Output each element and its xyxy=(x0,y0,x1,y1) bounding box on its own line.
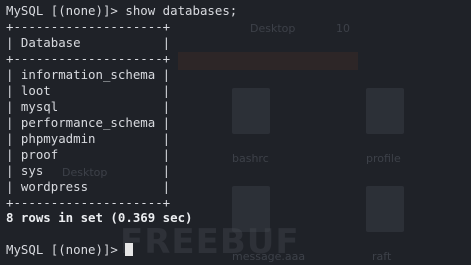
background-file-icon xyxy=(232,88,270,134)
result-summary: 8 rows in set (0.369 sec) xyxy=(6,210,193,225)
terminal-window[interactable]: Desktop 10 bashrc profile Desktop messag… xyxy=(0,0,471,265)
background-file-label: bashrc xyxy=(232,152,269,165)
table-row[interactable]: | wordpress | xyxy=(6,180,170,194)
background-file-label: profile xyxy=(366,152,401,165)
table-border-mid: +--------------------+ xyxy=(6,51,171,66)
scrollbar[interactable] xyxy=(467,0,471,265)
table-row[interactable]: | loot | xyxy=(6,84,170,98)
mysql-prompt: MySQL [(none)]> xyxy=(6,242,126,257)
background-desktop-label: Desktop xyxy=(250,22,296,35)
text-cursor xyxy=(125,243,134,256)
table-row[interactable]: | information_schema | xyxy=(6,68,170,82)
background-count-label: 10 xyxy=(336,22,350,35)
background-file-label: raft xyxy=(372,250,392,263)
background-highlight-band xyxy=(178,52,358,70)
input-line[interactable]: MySQL [(none)]> xyxy=(6,242,134,257)
command-line: MySQL [(none)]> show databases; xyxy=(6,4,237,18)
table-border-top: +--------------------+ xyxy=(6,19,171,34)
table-row[interactable]: | performance_schema | xyxy=(6,116,170,130)
table-row[interactable]: | sys | xyxy=(6,164,170,178)
background-file-icon xyxy=(366,88,404,134)
table-border-bottom: +--------------------+ xyxy=(6,195,171,210)
watermark-logo: FREEBUF xyxy=(120,222,300,262)
command-text: show databases; xyxy=(125,3,238,18)
table-row[interactable]: | phpmyadmin | xyxy=(6,132,170,146)
table-row[interactable]: | mysql | xyxy=(6,100,170,114)
mysql-prompt: MySQL [(none)]> xyxy=(6,3,126,18)
table-row[interactable]: | proof | xyxy=(6,148,170,162)
table-header-row: | Database | xyxy=(6,35,171,50)
background-file-icon xyxy=(366,186,404,232)
